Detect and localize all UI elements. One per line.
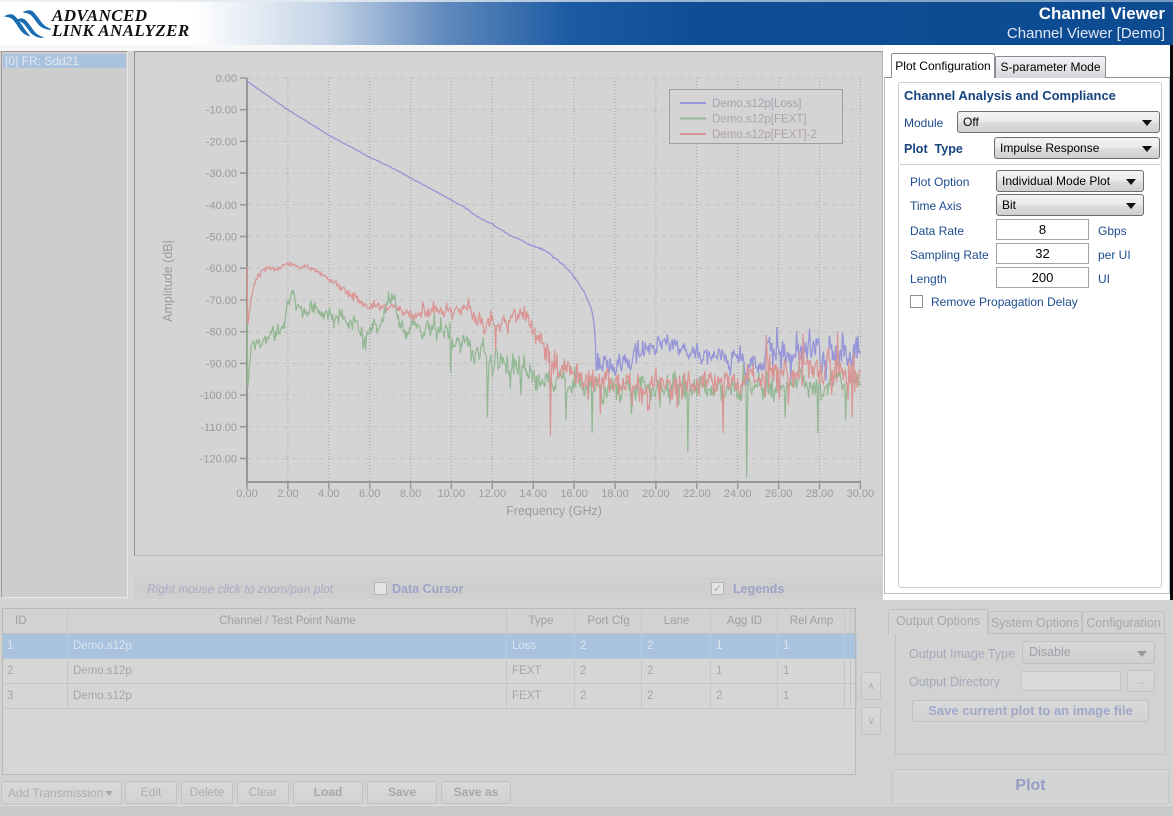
svg-text:10.00: 10.00 (438, 488, 466, 500)
svg-text:14.00: 14.00 (519, 488, 547, 500)
svg-text:4.00: 4.00 (318, 488, 339, 500)
svg-text:Demo.s12p[FEXT]-2: Demo.s12p[FEXT]-2 (712, 129, 817, 141)
svg-text:8.00: 8.00 (400, 488, 421, 500)
svg-text:-70.00: -70.00 (206, 295, 237, 307)
svg-text:Amplitude (dB|: Amplitude (dB| (161, 240, 175, 322)
svg-text:-90.00: -90.00 (206, 358, 237, 370)
svg-text:12.00: 12.00 (479, 488, 507, 500)
svg-text:-60.00: -60.00 (206, 263, 237, 275)
svg-text:-10.00: -10.00 (206, 105, 237, 117)
svg-text:Frequency (GHz): Frequency (GHz) (506, 504, 602, 518)
svg-text:-110.00: -110.00 (201, 422, 238, 434)
svg-text:16.00: 16.00 (560, 488, 588, 500)
svg-text:-40.00: -40.00 (206, 200, 237, 212)
svg-text:26.00: 26.00 (765, 488, 793, 500)
svg-text:20.00: 20.00 (642, 488, 670, 500)
svg-text:-30.00: -30.00 (206, 168, 237, 180)
svg-text:6.00: 6.00 (359, 488, 380, 500)
svg-text:18.00: 18.00 (601, 488, 629, 500)
svg-text:Demo.s12p[FEXT]: Demo.s12p[FEXT] (712, 114, 807, 126)
svg-text:0.00: 0.00 (216, 73, 237, 85)
svg-text:Demo.s12p[Loss]: Demo.s12p[Loss] (712, 98, 802, 110)
svg-text:-50.00: -50.00 (206, 232, 237, 244)
svg-text:-100.00: -100.00 (200, 390, 237, 402)
svg-text:2.00: 2.00 (277, 488, 298, 500)
svg-text:0.00: 0.00 (236, 488, 257, 500)
svg-text:22.00: 22.00 (683, 488, 711, 500)
svg-text:30.00: 30.00 (847, 488, 875, 500)
svg-text:24.00: 24.00 (724, 488, 752, 500)
svg-text:-80.00: -80.00 (206, 327, 237, 339)
svg-text:28.00: 28.00 (806, 488, 834, 500)
svg-text:-120.00: -120.00 (200, 454, 237, 466)
svg-text:-20.00: -20.00 (206, 136, 237, 148)
